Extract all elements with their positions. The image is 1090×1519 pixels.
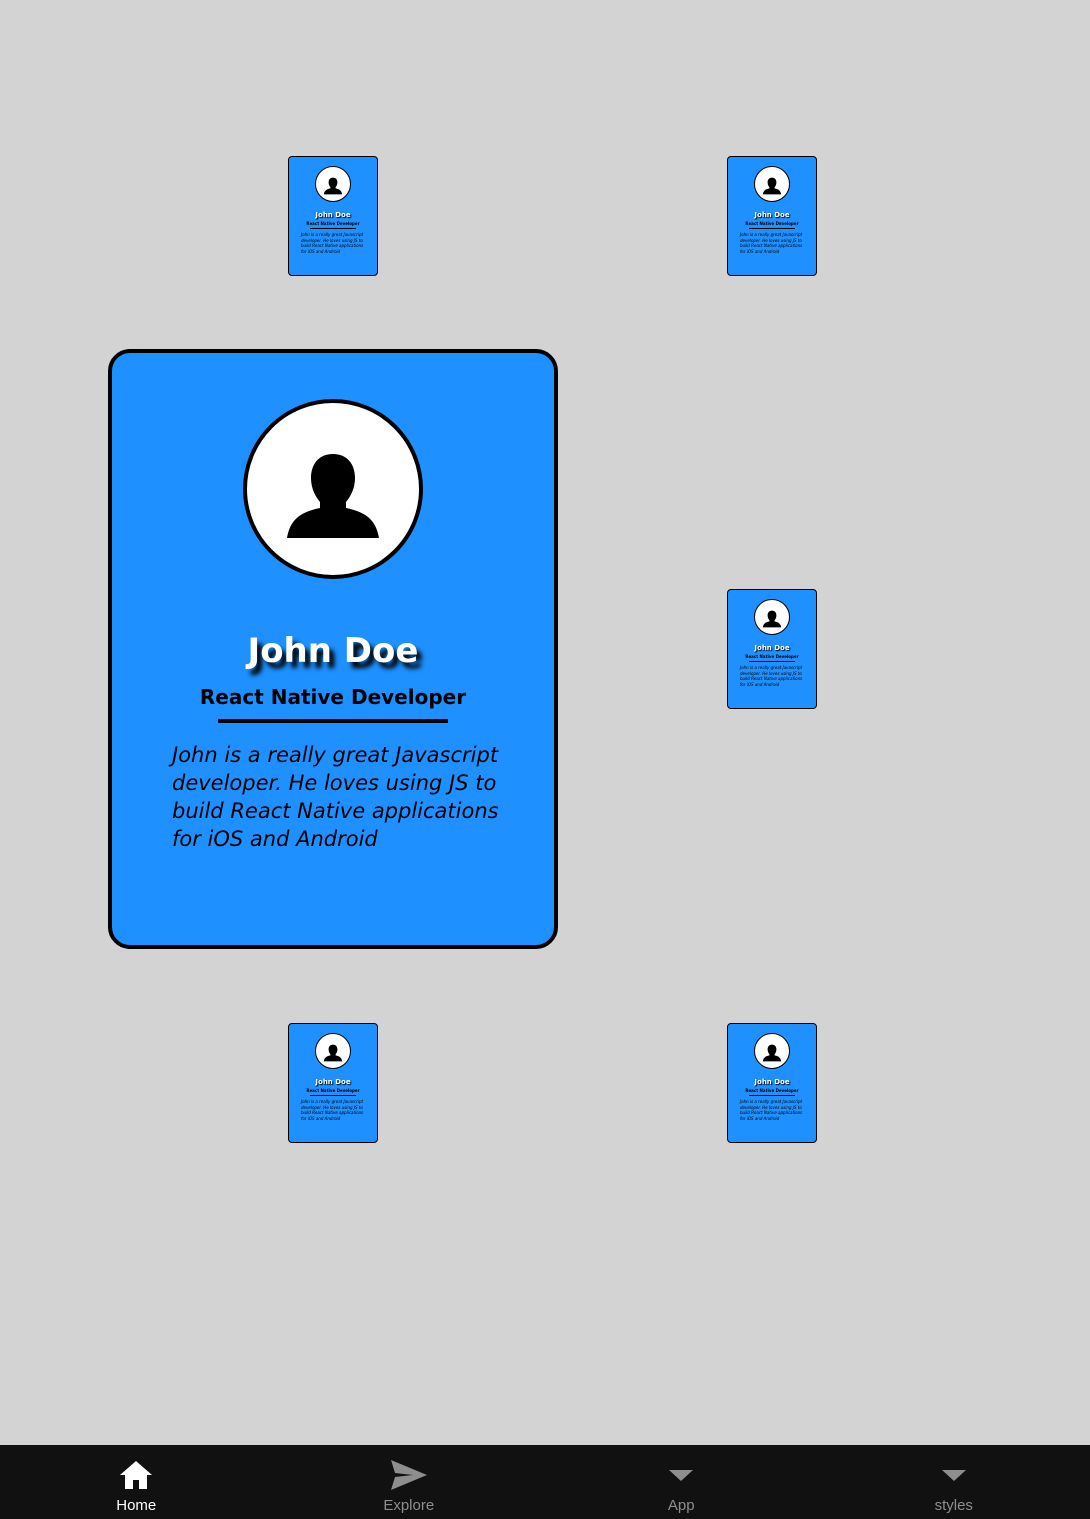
profile-card-large[interactable]: John Doe React Native Developer John is … [108, 349, 558, 949]
profile-card-mini[interactable]: John Doe React Native Developer John is … [288, 156, 378, 276]
divider [310, 228, 356, 229]
tab-label: styles [934, 1497, 973, 1514]
profile-name: John Doe [247, 631, 419, 671]
profile-bio: John is a really great Javascript develo… [740, 1099, 803, 1121]
divider [218, 719, 448, 723]
profile-card-mini[interactable]: John Doe React Native Developer John is … [727, 1023, 817, 1143]
user-silhouette-icon [762, 177, 782, 194]
profile-role: React Native Developer [745, 221, 799, 226]
profile-name: John Doe [754, 211, 790, 219]
profile-role: React Native Developer [199, 685, 467, 709]
profile-role: React Native Developer [745, 1088, 799, 1093]
profile-role: React Native Developer [306, 221, 360, 226]
user-silhouette-icon [323, 1044, 343, 1061]
user-silhouette-icon [287, 454, 379, 538]
caret-down-icon [941, 1457, 967, 1493]
avatar [754, 166, 790, 202]
profile-bio: John is a really great Javascript develo… [740, 232, 803, 254]
tab-styles[interactable]: styles [818, 1445, 1090, 1519]
profile-bio: John is a really great Javascript develo… [172, 743, 499, 851]
send-icon [389, 1457, 429, 1493]
user-silhouette-icon [762, 1044, 782, 1061]
bottom-tab-bar: Home Explore App styles [0, 1445, 1090, 1519]
tab-label: App [667, 1497, 695, 1514]
profile-name: John Doe [754, 644, 790, 652]
user-silhouette-icon [323, 177, 343, 194]
avatar [754, 599, 790, 635]
avatar [315, 166, 351, 202]
profile-card-mini[interactable]: John Doe React Native Developer John is … [727, 156, 817, 276]
home-icon [118, 1457, 154, 1493]
caret-down-icon [668, 1457, 694, 1493]
avatar [243, 399, 423, 579]
profile-role: React Native Developer [306, 1088, 360, 1093]
divider [749, 228, 795, 229]
tab-home[interactable]: Home [0, 1445, 273, 1519]
avatar [754, 1033, 790, 1069]
user-silhouette-icon [762, 610, 782, 627]
divider [749, 1095, 795, 1096]
profile-card-mini[interactable]: John Doe React Native Developer John is … [288, 1023, 378, 1143]
profile-name: John Doe [315, 1078, 351, 1086]
profile-bio: John is a really great Javascript develo… [301, 1099, 364, 1121]
tab-label: Explore [383, 1497, 435, 1514]
profile-bio: John is a really great Javascript develo… [740, 665, 803, 687]
profile-card-mini[interactable]: John Doe React Native Developer John is … [727, 589, 817, 709]
avatar [315, 1033, 351, 1069]
tab-app[interactable]: App [545, 1445, 818, 1519]
tab-label: Home [116, 1497, 157, 1514]
profile-name: John Doe [315, 211, 351, 219]
profile-name: John Doe [754, 1078, 790, 1086]
divider [310, 1095, 356, 1096]
profile-bio: John is a really great Javascript develo… [301, 232, 364, 254]
profile-role: React Native Developer [745, 654, 799, 659]
tab-explore[interactable]: Explore [273, 1445, 546, 1519]
divider [749, 661, 795, 662]
